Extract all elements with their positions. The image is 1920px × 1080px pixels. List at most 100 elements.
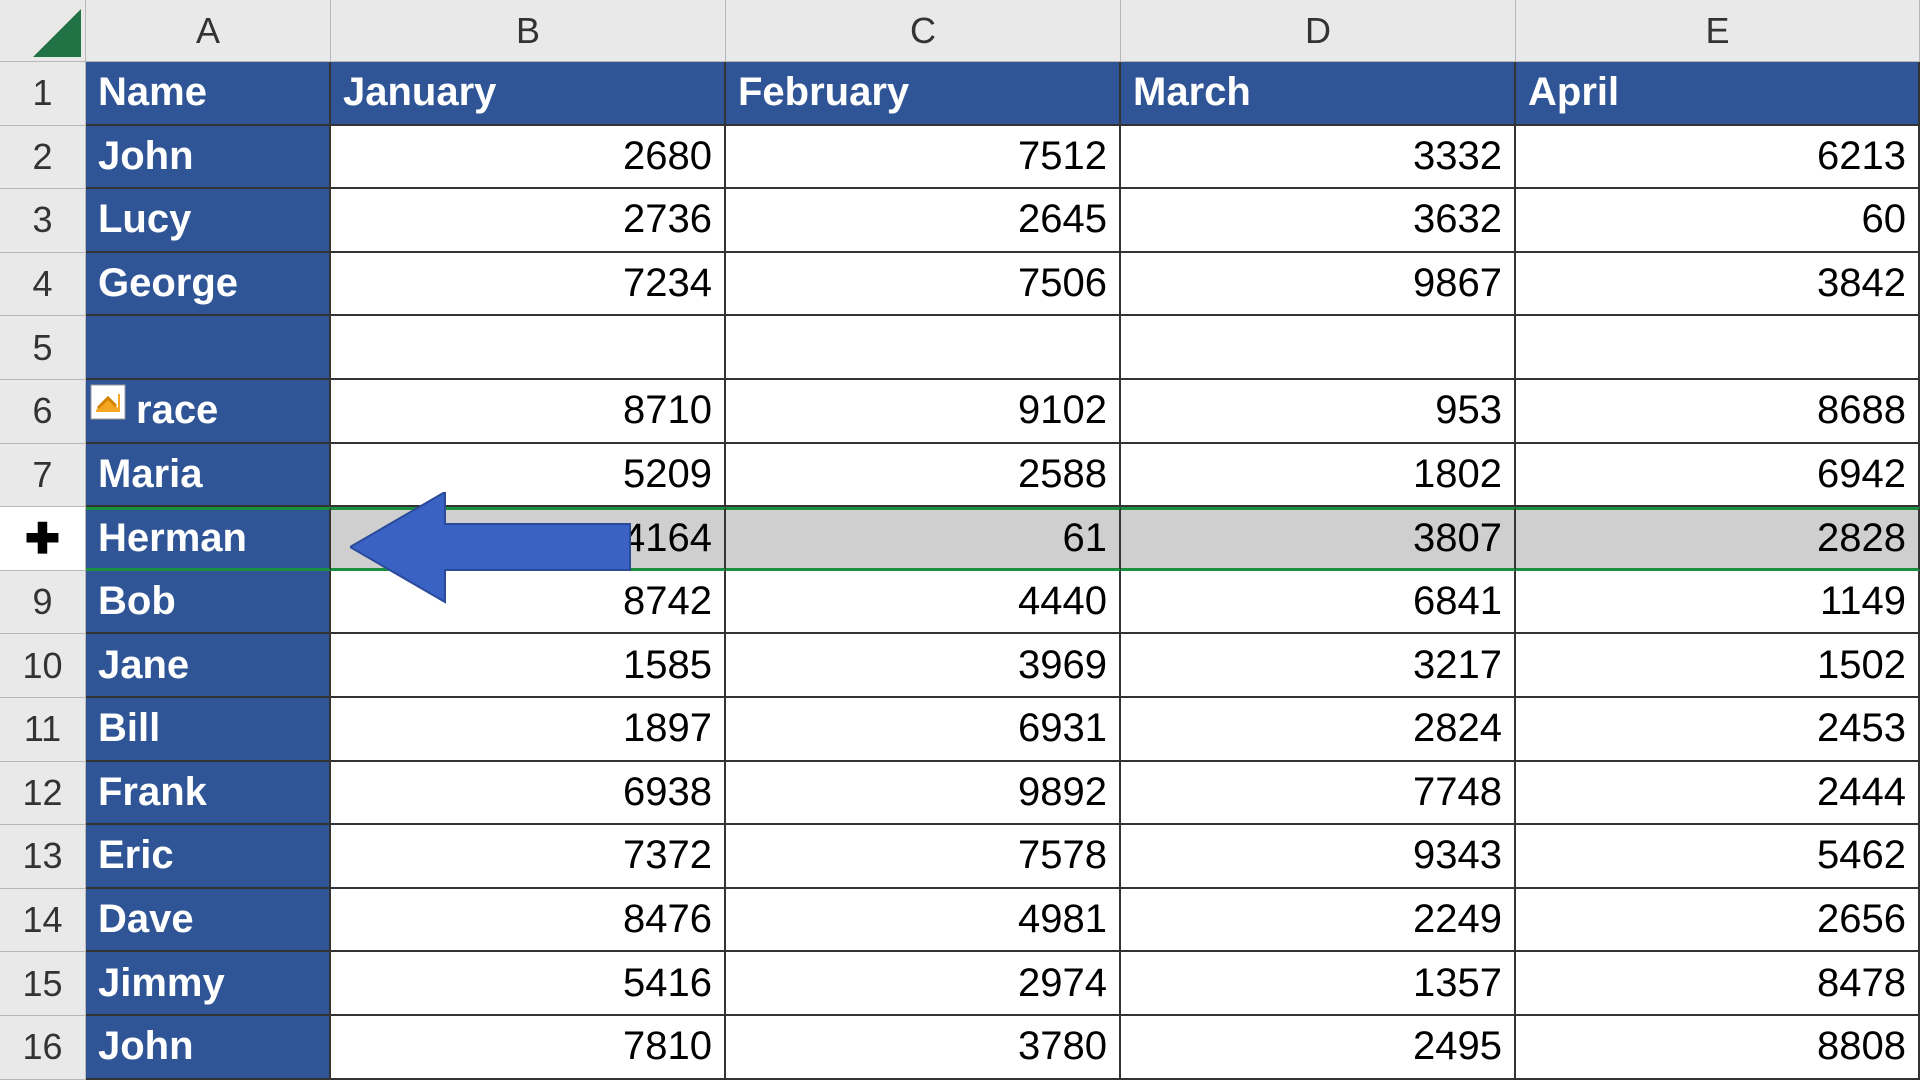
cell-d15[interactable]: 1357 <box>1121 952 1516 1016</box>
select-all-corner[interactable] <box>0 0 86 62</box>
row-header-9[interactable]: 9 <box>0 571 86 635</box>
cell-b6[interactable]: 8710 <box>331 380 726 444</box>
cell-d11[interactable]: 2824 <box>1121 698 1516 762</box>
spreadsheet-grid[interactable]: A B C D E 1 Name January February March … <box>0 0 1920 1080</box>
cell-c15[interactable]: 2974 <box>726 952 1121 1016</box>
cell-c8[interactable]: 61 <box>726 507 1121 571</box>
cell-d7[interactable]: 1802 <box>1121 444 1516 508</box>
cell-e15[interactable]: 8478 <box>1516 952 1920 1016</box>
cell-b11[interactable]: 1897 <box>331 698 726 762</box>
cell-c4[interactable]: 7506 <box>726 253 1121 317</box>
cell-e5[interactable] <box>1516 316 1920 380</box>
cell-b16[interactable]: 7810 <box>331 1016 726 1080</box>
cell-a1[interactable]: Name <box>86 62 331 126</box>
cell-e1[interactable]: April <box>1516 62 1920 126</box>
cell-a9[interactable]: Bob <box>86 571 331 635</box>
cell-a6[interactable]: race <box>86 380 331 444</box>
cell-d12[interactable]: 7748 <box>1121 762 1516 826</box>
cell-b2[interactable]: 2680 <box>331 126 726 190</box>
column-header-a[interactable]: A <box>86 0 331 62</box>
cell-c7[interactable]: 2588 <box>726 444 1121 508</box>
row-header-6[interactable]: 6 <box>0 380 86 444</box>
cell-a5[interactable] <box>86 316 331 380</box>
cell-b1[interactable]: January <box>331 62 726 126</box>
cell-e10[interactable]: 1502 <box>1516 634 1920 698</box>
row-header-1[interactable]: 1 <box>0 62 86 126</box>
row-header-13[interactable]: 13 <box>0 825 86 889</box>
cell-b4[interactable]: 7234 <box>331 253 726 317</box>
cell-a8[interactable]: Herman <box>86 507 331 571</box>
column-header-e[interactable]: E <box>1516 0 1920 62</box>
cell-b14[interactable]: 8476 <box>331 889 726 953</box>
cell-d14[interactable]: 2249 <box>1121 889 1516 953</box>
cell-e12[interactable]: 2444 <box>1516 762 1920 826</box>
cell-c6[interactable]: 9102 <box>726 380 1121 444</box>
cell-e11[interactable]: 2453 <box>1516 698 1920 762</box>
cell-e16[interactable]: 8808 <box>1516 1016 1920 1080</box>
paste-options-icon[interactable] <box>88 382 128 422</box>
cell-b10[interactable]: 1585 <box>331 634 726 698</box>
cell-d10[interactable]: 3217 <box>1121 634 1516 698</box>
cell-a11[interactable]: Bill <box>86 698 331 762</box>
cell-b13[interactable]: 7372 <box>331 825 726 889</box>
cell-e14[interactable]: 2656 <box>1516 889 1920 953</box>
row-header-10[interactable]: 10 <box>0 634 86 698</box>
cell-d13[interactable]: 9343 <box>1121 825 1516 889</box>
row-header-2[interactable]: 2 <box>0 126 86 190</box>
cell-a13[interactable]: Eric <box>86 825 331 889</box>
cell-c9[interactable]: 4440 <box>726 571 1121 635</box>
row-header-7[interactable]: 7 <box>0 444 86 508</box>
cell-a2[interactable]: John <box>86 126 331 190</box>
row-header-15[interactable]: 15 <box>0 952 86 1016</box>
row-header-14[interactable]: 14 <box>0 889 86 953</box>
cell-c12[interactable]: 9892 <box>726 762 1121 826</box>
cell-b3[interactable]: 2736 <box>331 189 726 253</box>
cell-a15[interactable]: Jimmy <box>86 952 331 1016</box>
cell-e13[interactable]: 5462 <box>1516 825 1920 889</box>
cell-c16[interactable]: 3780 <box>726 1016 1121 1080</box>
cell-d9[interactable]: 6841 <box>1121 571 1516 635</box>
cell-a4[interactable]: George <box>86 253 331 317</box>
cell-a12[interactable]: Frank <box>86 762 331 826</box>
cell-d16[interactable]: 2495 <box>1121 1016 1516 1080</box>
column-header-c[interactable]: C <box>726 0 1121 62</box>
cell-b9[interactable]: 8742 <box>331 571 726 635</box>
cell-c2[interactable]: 7512 <box>726 126 1121 190</box>
cell-b15[interactable]: 5416 <box>331 952 726 1016</box>
cell-b7[interactable]: 5209 <box>331 444 726 508</box>
column-header-b[interactable]: B <box>331 0 726 62</box>
cell-a7[interactable]: Maria <box>86 444 331 508</box>
cell-b8[interactable]: 4164 <box>331 507 726 571</box>
cell-c11[interactable]: 6931 <box>726 698 1121 762</box>
cell-d1[interactable]: March <box>1121 62 1516 126</box>
row-header-11[interactable]: 11 <box>0 698 86 762</box>
row-header-5[interactable]: 5 <box>0 316 86 380</box>
cell-d4[interactable]: 9867 <box>1121 253 1516 317</box>
cell-c3[interactable]: 2645 <box>726 189 1121 253</box>
cell-d3[interactable]: 3632 <box>1121 189 1516 253</box>
row-header-16[interactable]: 16 <box>0 1016 86 1080</box>
cell-c13[interactable]: 7578 <box>726 825 1121 889</box>
cell-e2[interactable]: 6213 <box>1516 126 1920 190</box>
cell-c5[interactable] <box>726 316 1121 380</box>
cell-e8[interactable]: 2828 <box>1516 507 1920 571</box>
cell-e7[interactable]: 6942 <box>1516 444 1920 508</box>
cell-e6[interactable]: 8688 <box>1516 380 1920 444</box>
row-header-3[interactable]: 3 <box>0 189 86 253</box>
cell-d6[interactable]: 953 <box>1121 380 1516 444</box>
cell-a16[interactable]: John <box>86 1016 331 1080</box>
cell-d2[interactable]: 3332 <box>1121 126 1516 190</box>
cell-e9[interactable]: 1149 <box>1516 571 1920 635</box>
cell-c10[interactable]: 3969 <box>726 634 1121 698</box>
column-header-d[interactable]: D <box>1121 0 1516 62</box>
cell-c1[interactable]: February <box>726 62 1121 126</box>
cell-d8[interactable]: 3807 <box>1121 507 1516 571</box>
cell-d5[interactable] <box>1121 316 1516 380</box>
cell-a14[interactable]: Dave <box>86 889 331 953</box>
cell-c14[interactable]: 4981 <box>726 889 1121 953</box>
cell-a10[interactable]: Jane <box>86 634 331 698</box>
row-header-8[interactable]: ✚ <box>0 507 86 571</box>
row-header-4[interactable]: 4 <box>0 253 86 317</box>
cell-b5[interactable] <box>331 316 726 380</box>
row-header-12[interactable]: 12 <box>0 762 86 826</box>
